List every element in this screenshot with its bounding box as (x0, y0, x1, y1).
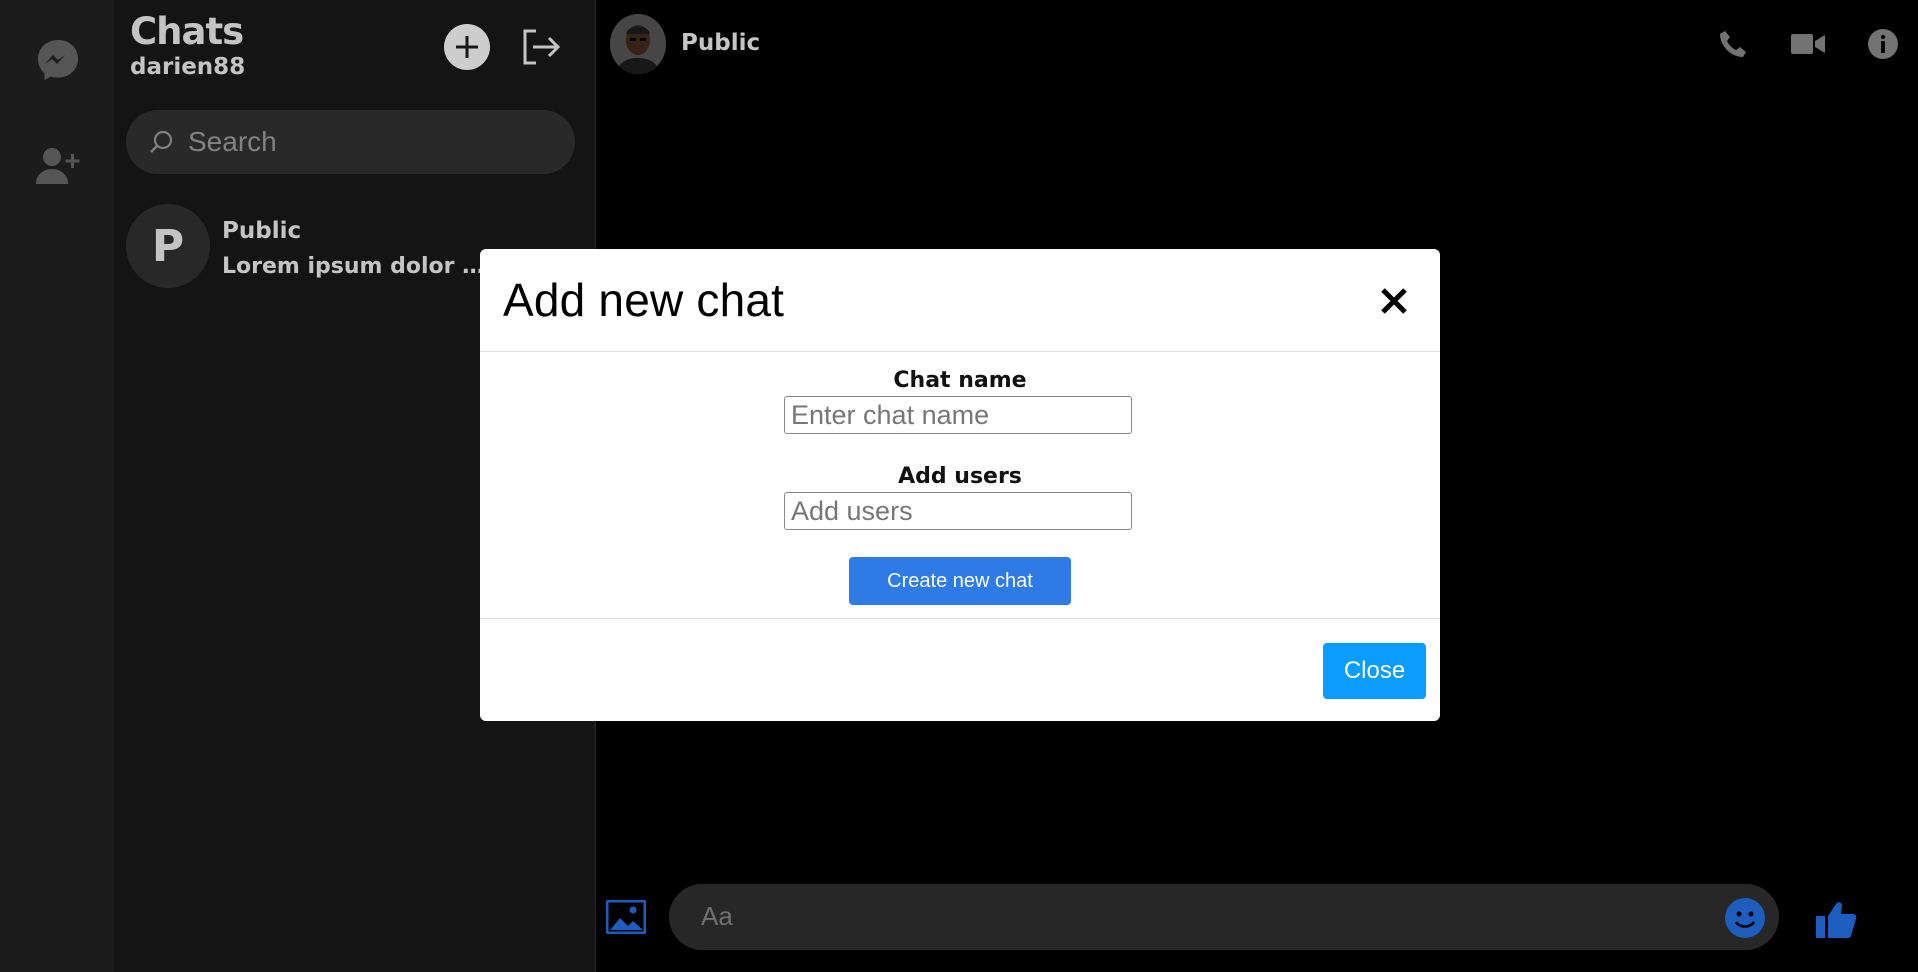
close-icon[interactable] (1374, 281, 1414, 321)
modal-header: Add new chat (480, 249, 1440, 352)
close-button[interactable]: Close (1323, 643, 1426, 699)
modal-title: Add new chat (503, 274, 785, 326)
modal-body: Chat name Add users Create new chat (480, 352, 1440, 619)
chat-name-label: Chat name (893, 368, 1027, 393)
create-chat-button[interactable]: Create new chat (849, 557, 1071, 605)
chat-name-input[interactable] (784, 396, 1132, 434)
add-users-label: Add users (898, 464, 1022, 489)
add-chat-modal: Add new chat Chat name Add users Create … (480, 249, 1440, 721)
add-users-input[interactable] (784, 492, 1132, 530)
